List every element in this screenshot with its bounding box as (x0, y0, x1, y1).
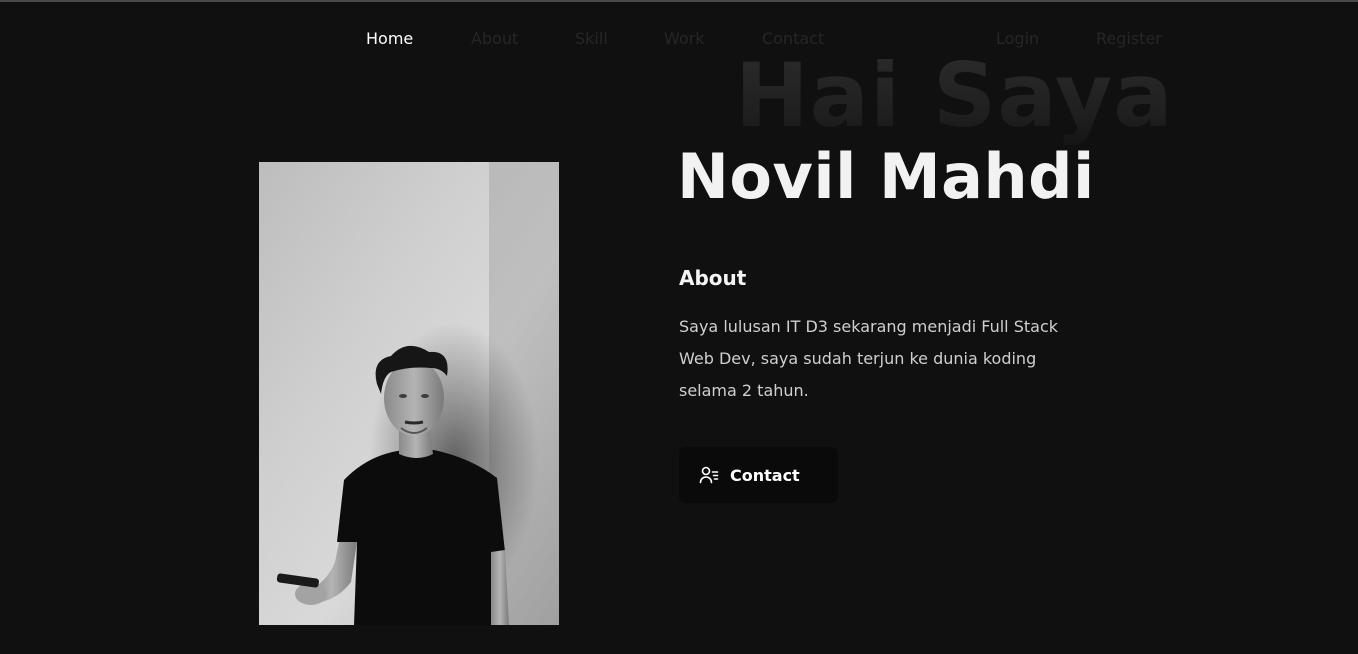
hero-name: Novil Mahdi (677, 140, 1095, 213)
hero-watermark: Hai Saya (735, 44, 1174, 147)
nav-home[interactable]: Home (366, 29, 413, 48)
nav-work[interactable]: Work (664, 29, 705, 48)
nav-about[interactable]: About (471, 29, 518, 48)
user-list-icon (699, 465, 719, 485)
nav-skill[interactable]: Skill (575, 29, 608, 48)
contact-button-label: Contact (730, 465, 800, 485)
about-description: Saya lulusan IT D3 sekarang menjadi Full… (679, 317, 1059, 400)
about-heading: About (679, 266, 747, 290)
page: Home About Skill Work Contact Login Regi… (0, 0, 1358, 654)
profile-photo (259, 162, 559, 625)
top-border (0, 0, 1358, 2)
contact-button[interactable]: Contact (679, 447, 838, 503)
